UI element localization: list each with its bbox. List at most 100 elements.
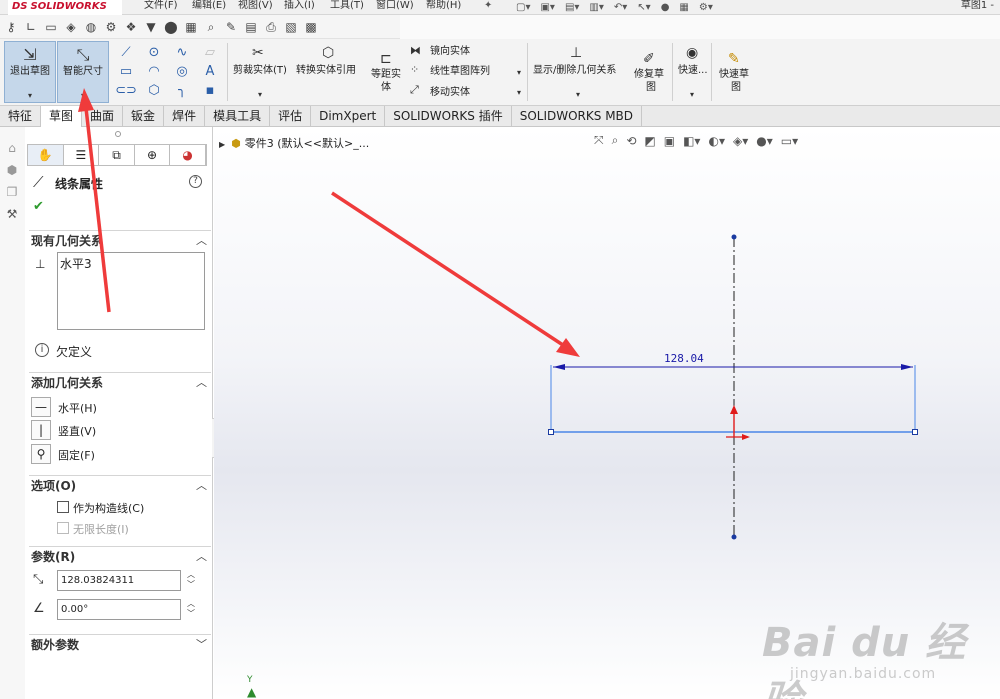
trim-entities-button[interactable]: 剪裁实体(T) [233,65,287,77]
chevron-down-icon[interactable]: ▾ [5,90,55,102]
grid-icon[interactable]: ▦ [184,20,198,34]
tab-features[interactable]: 特征 [0,106,42,127]
list-item[interactable]: 水平3 [60,255,92,272]
options-header[interactable]: 选项(O) ︿ [29,475,211,495]
centerline-endpoint-top[interactable] [731,234,737,240]
move-entities-button[interactable]: 移动实体 [430,87,470,99]
move-entities-icon[interactable]: ⤢ [410,82,419,98]
graphics-area[interactable]: ▶ ⬢ 零件3 (默认<<默认>_... ⤧ ⌕ ⟲ ◩ ▣ ◧▾ ◐▾ ◈▾ ●▾… [214,127,1000,699]
lock-icon[interactable]: ⌂ [4,141,20,157]
slot-icon[interactable]: ⊂⊃ [112,81,140,100]
tab-sheet-metal[interactable]: 钣金 [123,106,165,127]
assembly-icon[interactable]: ❖ [124,20,138,34]
ok-checkmark-icon[interactable]: ✔ [33,199,44,214]
show-delete-relations-button[interactable]: 显示/删除几何关系 [533,65,616,77]
rapid-sketch-icon[interactable]: ✎ [728,51,740,67]
repair-sketch-label[interactable]: 修复草 [634,69,664,81]
chevron-down-icon[interactable]: ▾ [58,90,108,102]
linear-pattern-icon[interactable]: ⁘ [410,62,419,78]
text-icon[interactable]: A [196,62,224,81]
chevron-down-icon[interactable]: ▾ [517,68,521,77]
sketch-point-left[interactable] [548,429,554,435]
angle-spinner-icon[interactable]: ︿ ﹀ [185,599,197,620]
tab-weldments[interactable]: 焊件 [164,106,206,127]
hat-icon[interactable]: ▼ [144,20,158,34]
chevron-down-icon[interactable]: ▾ [690,90,694,99]
chevron-down-icon[interactable]: ▾ [258,90,262,99]
print-icon[interactable]: ▥▾ [589,2,603,14]
tab-evaluate[interactable]: 评估 [270,106,312,127]
tab-solidworks-mbd[interactable]: SOLIDWORKS MBD [512,106,643,127]
spline-icon[interactable]: ∿ [168,43,196,62]
tab-sketch[interactable]: 草图 [41,106,83,127]
dimension-value[interactable]: 128.04 [664,352,704,365]
smart-dimension-button[interactable]: ⤡ 智能尺寸 ▾ [57,41,109,103]
chevron-up-icon[interactable]: ︿ [196,476,207,496]
options-gear-icon[interactable]: ⚙▾ [699,2,713,14]
configuration-manager-tab-icon[interactable]: ⧉ [99,145,135,165]
chevron-down-icon[interactable]: ▾ [576,90,580,99]
plane-icon[interactable]: ▱ [196,43,224,62]
help-icon[interactable]: ? [189,175,202,188]
length-input[interactable] [57,570,181,591]
quick-snaps-icon[interactable]: ◉ [686,45,698,61]
menu-insert[interactable]: 插入(I) [284,0,315,12]
polygon-icon[interactable]: ⬡ [140,81,168,100]
zoom-icon[interactable]: ⌕ [204,20,218,34]
vertical-relation-icon[interactable]: | [31,420,51,440]
horizontal-relation-icon[interactable]: — [31,397,51,417]
globe-icon[interactable]: ◍ [84,20,98,34]
rapid-sketch-label[interactable]: 快速草 [719,69,749,81]
quick-snaps-button[interactable]: 快速... [678,65,708,77]
save-icon[interactable]: ▤▾ [565,2,579,14]
chevron-up-icon[interactable]: ︿ [196,547,207,567]
mirror-icon[interactable]: ⧓ [410,43,421,59]
chevron-up-icon[interactable]: ︿ [196,373,207,393]
convert-entities-button[interactable]: 转换实体引用 [296,65,356,77]
tab-solidworks-addins[interactable]: SOLIDWORKS 插件 [385,106,512,127]
length-spinner-icon[interactable]: ︿ ﹀ [185,570,197,591]
dimxpert-manager-tab-icon[interactable]: ⊕ [135,145,171,165]
existing-relations-header[interactable]: 现有几何关系 ︿ [29,230,211,250]
menu-view[interactable]: 视图(V) [238,0,273,12]
sketch-relation-icon[interactable]: ∟ [24,20,38,34]
linear-pattern-button[interactable]: 线性草图阵列 [430,66,490,78]
mirror-entities-button[interactable]: 镜向实体 [430,46,470,58]
chevron-up-icon[interactable]: ︿ [196,231,207,251]
repair-sketch-icon[interactable]: ✐ [643,51,655,67]
paint-icon[interactable]: ✎ [224,20,238,34]
macro-icon[interactable]: ▩ [304,20,318,34]
extra-parameters-header[interactable]: 额外参数 ﹀ [29,634,211,654]
tab-mold-tools[interactable]: 模具工具 [205,106,271,127]
file-properties-icon[interactable]: ▦ [679,2,688,14]
exit-sketch-button[interactable]: ⇲ 退出草图 ▾ [4,41,56,103]
open-document-icon[interactable]: ▣▾ [540,2,554,14]
angle-input[interactable] [57,599,181,620]
existing-relations-list[interactable]: 水平3 [57,252,205,330]
location-pin-icon[interactable]: ⬤ [164,20,178,34]
rapid-sketch-label-2[interactable]: 图 [731,82,741,94]
display-manager-tab-icon[interactable]: ◕ [170,145,206,165]
arc-icon[interactable]: ◠ [140,62,168,81]
offset-entities-label[interactable]: 等距实 [371,69,401,81]
trim-entities-icon[interactable]: ✂ [252,45,264,61]
part-icon[interactable]: ⬢ [4,163,20,179]
rebuild-icon[interactable]: ● [661,2,670,14]
offset-entities-label-2[interactable]: 体 [381,82,391,94]
monitor-icon[interactable]: ▭ [44,20,58,34]
point-icon[interactable]: ▪ [196,81,224,100]
chevron-down-icon[interactable]: ▾ [517,88,521,97]
settings-gear-icon[interactable]: ⚙ [104,20,118,34]
rectangle-icon[interactable]: ▭ [112,62,140,81]
convert-entities-icon[interactable]: ⬡ [322,45,334,61]
new-document-icon[interactable]: ▢▾ [516,2,530,14]
panel-grip-icon[interactable] [115,131,121,137]
chevron-down-icon[interactable]: ﹀ [196,635,207,655]
image-icon[interactable]: ▧ [284,20,298,34]
ellipse-icon[interactable]: ◎ [168,62,196,81]
construction-checkbox[interactable] [57,501,69,513]
menu-tools[interactable]: 工具(T) [330,0,364,12]
copy-icon[interactable]: ❐ [4,185,20,201]
tab-dimxpert[interactable]: DimXpert [311,106,386,127]
menu-window[interactable]: 窗口(W) [376,0,414,12]
